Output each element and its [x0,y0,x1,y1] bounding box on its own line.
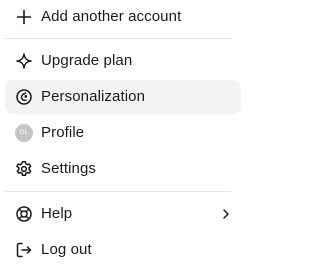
lifebuoy-icon [15,205,33,223]
upgrade-plan-item[interactable]: Upgrade plan [5,44,241,78]
add-another-account-item[interactable]: Add another account [5,0,241,34]
upgrade-plan-label: Upgrade plan [41,52,133,69]
help-item[interactable]: Help [5,197,241,231]
divider [5,38,231,39]
account-menu: Add another account Upgrade plan Persona… [0,0,251,266]
log-out-label: Log out [41,241,92,258]
settings-item[interactable]: Settings [5,152,241,186]
add-another-account-label: Add another account [41,8,182,25]
personalization-item[interactable]: Personalization [5,80,241,114]
personalization-label: Personalization [41,88,146,105]
logout-icon [15,241,33,259]
gear-icon [15,160,33,178]
plus-icon [15,8,33,26]
log-out-item[interactable]: Log out [5,233,241,266]
settings-label: Settings [41,160,96,177]
chevron-right-icon [220,208,232,220]
help-label: Help [41,205,73,222]
divider [5,191,231,192]
personalization-icon [15,88,33,106]
avatar-initials: OL [15,124,33,142]
sparkle-icon [15,52,33,70]
profile-item[interactable]: OL Profile [5,116,241,150]
avatar: OL [15,124,33,142]
profile-label: Profile [41,124,85,141]
